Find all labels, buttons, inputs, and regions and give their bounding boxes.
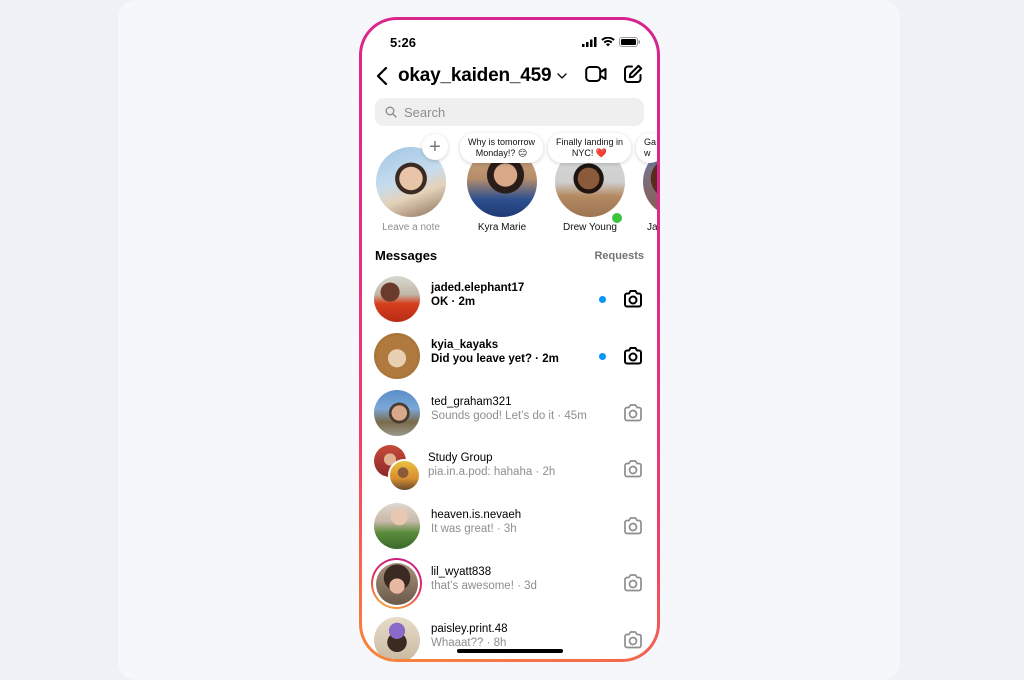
camera-icon[interactable] bbox=[622, 288, 644, 310]
conversation-preview: OK · 2m bbox=[431, 296, 476, 308]
conversation-header: okay_kaiden_459 bbox=[376, 62, 643, 90]
conversation-name: Study Group bbox=[428, 452, 493, 464]
status-bar: 5:26 bbox=[390, 34, 641, 50]
camera-icon[interactable] bbox=[622, 402, 644, 424]
signal-icon bbox=[582, 37, 597, 47]
search-input[interactable]: Search bbox=[375, 98, 644, 126]
camera-icon[interactable] bbox=[622, 572, 644, 594]
story-name: Leave a note bbox=[382, 222, 440, 233]
story-name: Kyra Marie bbox=[477, 222, 527, 233]
video-call-button[interactable] bbox=[585, 65, 607, 88]
note-bubble: Why is tomorrow Monday!? 😑 bbox=[460, 133, 544, 163]
conversation-preview: pia.in.a.pod: hahaha · 2h bbox=[428, 466, 556, 478]
conversation-preview: Whaaat?? · 8h bbox=[431, 637, 507, 649]
avatar bbox=[374, 617, 420, 659]
note-bubble: Ga w bbox=[636, 133, 657, 163]
avatar bbox=[374, 390, 420, 436]
status-time: 5:26 bbox=[390, 34, 417, 50]
home-indicator[interactable] bbox=[456, 649, 563, 653]
conversation-preview: that’s awesome! · 3d bbox=[431, 580, 537, 592]
notes-tray: + Leave a note Why is tomorrow Monday!? 😑… bbox=[362, 133, 657, 233]
unread-indicator bbox=[599, 352, 606, 360]
conversation-name: lil_wyatt838 bbox=[431, 566, 492, 578]
requests-link[interactable]: Requests bbox=[594, 250, 644, 262]
account-switcher[interactable]: okay_kaiden_459 bbox=[398, 65, 552, 87]
conversation-row[interactable]: Study Group pia.in.a.pod: hahaha · 2h bbox=[362, 441, 657, 497]
conversation-row[interactable]: kyia_kayaks Did you leave yet? · 2m bbox=[362, 328, 657, 384]
messages-heading: Messages bbox=[375, 248, 438, 263]
conversation-row[interactable]: jaded.elephant17 OK · 2m bbox=[362, 271, 657, 327]
search-placeholder: Search bbox=[404, 104, 446, 120]
new-message-button[interactable] bbox=[623, 64, 643, 89]
story-name: Jad bbox=[647, 222, 657, 233]
plus-icon: + bbox=[429, 136, 441, 158]
wifi-icon bbox=[601, 37, 615, 47]
search-icon bbox=[385, 106, 397, 118]
camera-icon[interactable] bbox=[622, 345, 644, 367]
video-camera-icon bbox=[585, 65, 607, 82]
conversation-name: paisley.print.48 bbox=[431, 623, 508, 635]
conversation-row[interactable]: lil_wyatt838 that’s awesome! · 3d bbox=[362, 555, 657, 611]
conversation-row[interactable]: ted_graham321 Sounds good! Let’s do it ·… bbox=[362, 385, 657, 441]
avatar bbox=[375, 562, 418, 605]
conversation-preview: It was great! · 3h bbox=[431, 523, 517, 535]
conversation-name: jaded.elephant17 bbox=[431, 282, 525, 294]
add-note-button[interactable]: + bbox=[422, 134, 448, 160]
conversation-name: kyia_kayaks bbox=[431, 339, 499, 351]
story-name: Drew Young bbox=[563, 222, 617, 233]
compose-icon bbox=[624, 64, 643, 83]
conversation-preview: Sounds good! Let’s do it · 45m bbox=[431, 410, 587, 422]
chevron-left-icon bbox=[376, 66, 388, 86]
note-bubble: Finally landing in NYC! ❤️ bbox=[548, 133, 632, 163]
phone-screen: 5:26 okay_kaiden_459 Search + Leave a no… bbox=[362, 20, 657, 659]
camera-icon[interactable] bbox=[622, 629, 644, 651]
chevron-down-icon bbox=[557, 73, 567, 79]
conversation-preview: Did you leave yet? · 2m bbox=[431, 353, 559, 365]
conversation-name: ted_graham321 bbox=[431, 396, 512, 408]
phone-frame: 5:26 okay_kaiden_459 Search + Leave a no… bbox=[359, 17, 660, 662]
conversation-name: heaven.is.nevaeh bbox=[431, 509, 522, 521]
battery-icon bbox=[619, 37, 640, 47]
avatar bbox=[374, 503, 420, 549]
camera-icon[interactable] bbox=[622, 458, 644, 480]
unread-indicator bbox=[599, 295, 606, 303]
group-avatar-front bbox=[388, 459, 421, 492]
camera-icon[interactable] bbox=[622, 515, 644, 537]
conversation-row[interactable]: heaven.is.nevaeh It was great! · 3h bbox=[362, 498, 657, 554]
avatar bbox=[374, 333, 420, 379]
account-dropdown[interactable] bbox=[557, 73, 567, 79]
avatar bbox=[374, 276, 420, 322]
back-button[interactable] bbox=[376, 64, 394, 88]
